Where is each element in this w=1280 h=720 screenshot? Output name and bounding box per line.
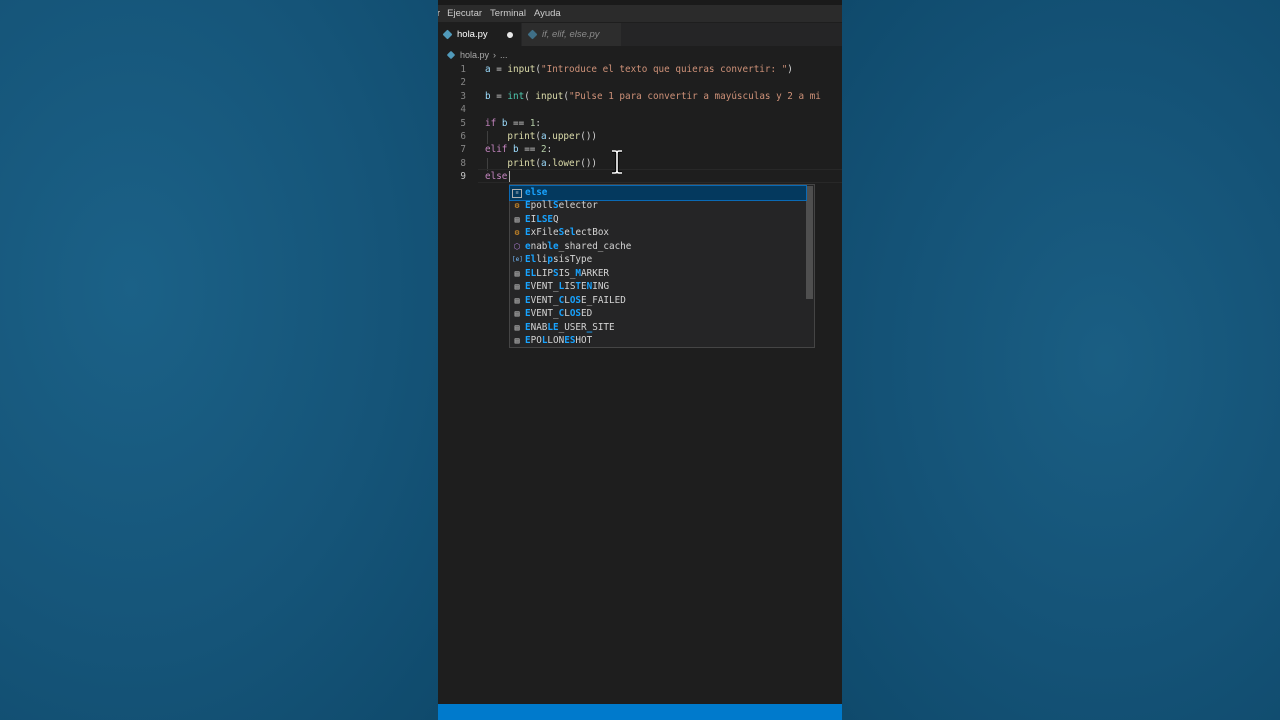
code-text: print(a.upper())	[507, 131, 598, 142]
constant-icon: ▤	[514, 309, 520, 319]
constant-icon: ▤	[514, 214, 520, 224]
suggestion-item[interactable]: ▤ EVENT_LISTENING	[510, 280, 806, 294]
suggestion-item[interactable]: ▤ ENABLE_USER_SITE	[510, 321, 806, 335]
code-text: if b == 1:	[485, 117, 542, 129]
code-line[interactable]: 7 elif b == 2:	[438, 143, 842, 156]
tab-bar: hola.py if, elif, else.py	[438, 23, 842, 46]
suggestion-label: enable_shared_cache	[525, 240, 632, 252]
python-file-icon	[442, 29, 453, 40]
menu-item-terminal[interactable]: Terminal	[490, 8, 526, 19]
suggestion-item[interactable]: ⚙ EpollSelector	[510, 199, 806, 213]
suggestion-item[interactable]: ▤ EPOLLONESHOT	[510, 334, 806, 348]
line-number: 2	[460, 77, 466, 89]
line-number: 6	[460, 131, 466, 142]
text-caret	[509, 171, 510, 182]
suggestion-item[interactable]: ▤ EVENT_CLOSE_FAILED	[510, 294, 806, 308]
line-number: 8	[460, 157, 466, 169]
line-number: 3	[460, 90, 466, 102]
suggestion-item[interactable]: ≡ else	[509, 185, 807, 201]
code-text: a = input("Introduce el texto que quiera…	[485, 64, 793, 75]
code-text: b = int( input("Pulse 1 para convertir a…	[485, 90, 821, 102]
constant-icon: ▤	[514, 322, 520, 332]
constant-icon: ▤	[514, 295, 520, 305]
breadcrumb-separator: ›	[493, 49, 497, 60]
suggestion-label: else	[525, 187, 548, 198]
breadcrumb-more[interactable]: ...	[500, 50, 508, 60]
breadcrumb-file[interactable]: hola.py	[460, 50, 489, 60]
tab-label: if, elif, else.py	[542, 29, 600, 40]
suggestion-label: ELLIPSIS_MARKER	[525, 267, 610, 279]
suggestion-label: EpollSelector	[525, 200, 598, 212]
suggestion-item[interactable]: ⚙ ExFileSelectBox	[510, 226, 806, 240]
line-number: 4	[460, 104, 466, 116]
keyword-icon: ≡	[512, 189, 522, 198]
constant-icon: ▤	[514, 335, 520, 345]
tab-if-elif-else-py[interactable]: if, elif, else.py	[521, 23, 621, 46]
suggestion-widget[interactable]: ≡ else ⚙ EpollSelector ▤ EILSEQ ⚙ ExFileSelectB…	[509, 184, 815, 348]
code-line[interactable]: 3 b = int( input("Pulse 1 para convertir …	[438, 90, 842, 103]
menu-item-ejecutar[interactable]: Ejecutar	[447, 8, 482, 19]
python-file-icon	[446, 50, 456, 59]
code-text: elif b == 2:	[485, 144, 553, 156]
suggestion-label: ExFileSelectBox	[525, 227, 610, 239]
class-icon: ⚙	[514, 228, 520, 238]
variable-icon: [e]	[512, 256, 523, 264]
suggestion-item[interactable]: [e] EllipsisType	[510, 253, 806, 267]
suggestion-item[interactable]: ▤ EVENT_CLOSED	[510, 307, 806, 321]
video-background-right	[842, 0, 1280, 720]
suggestion-scrollbar[interactable]	[806, 186, 813, 299]
code-line[interactable]: 6 print(a.upper())	[438, 130, 842, 143]
constant-icon: ▤	[514, 282, 520, 292]
constant-icon: ▤	[514, 268, 520, 278]
suggestion-label: EVENT_LISTENING	[525, 281, 610, 293]
code-line[interactable]: 5 if b == 1:	[438, 117, 842, 130]
menu-item-cut[interactable]: r	[438, 8, 440, 19]
line-number: 5	[460, 117, 466, 129]
suggestion-label: ENABLE_USER_SITE	[525, 321, 615, 333]
unsaved-dot-icon[interactable]	[507, 31, 513, 38]
tab-label: hola.py	[457, 29, 488, 40]
line-number: 7	[460, 144, 466, 156]
video-background-left	[0, 0, 438, 720]
ibeam-cursor-icon	[612, 150, 622, 174]
line-number: 9	[460, 171, 466, 183]
suggestion-label: EPOLLONESHOT	[525, 334, 593, 346]
current-line-highlight	[478, 169, 842, 183]
code-line[interactable]: 2	[438, 76, 842, 89]
suggestion-item[interactable]: ⬡ enable_shared_cache	[510, 240, 806, 254]
class-icon: ⚙	[514, 201, 520, 211]
suggestion-label: EILSEQ	[525, 213, 559, 225]
suggestion-item[interactable]: ▤ ELLIPSIS_MARKER	[510, 267, 806, 281]
status-bar	[438, 704, 842, 720]
line-number: 1	[460, 64, 466, 75]
vscode-window: r Ejecutar Terminal Ayuda hola.py if, el…	[438, 0, 842, 720]
code-line[interactable]: 1 a = input("Introduce el texto que quier…	[438, 63, 842, 76]
suggestion-label: EllipsisType	[525, 254, 593, 266]
breadcrumb: hola.py › ...	[438, 47, 842, 62]
method-icon: ⬡	[513, 241, 521, 251]
menu-item-ayuda[interactable]: Ayuda	[534, 8, 561, 19]
suggestion-label: EVENT_CLOSE_FAILED	[525, 294, 626, 306]
tab-hola-py[interactable]: hola.py	[438, 23, 521, 46]
python-file-icon	[527, 29, 538, 40]
code-line[interactable]: 4	[438, 103, 842, 116]
menu-bar: r Ejecutar Terminal Ayuda	[438, 5, 842, 22]
suggestion-label: EVENT_CLOSED	[525, 308, 593, 320]
suggestion-item[interactable]: ▤ EILSEQ	[510, 213, 806, 227]
